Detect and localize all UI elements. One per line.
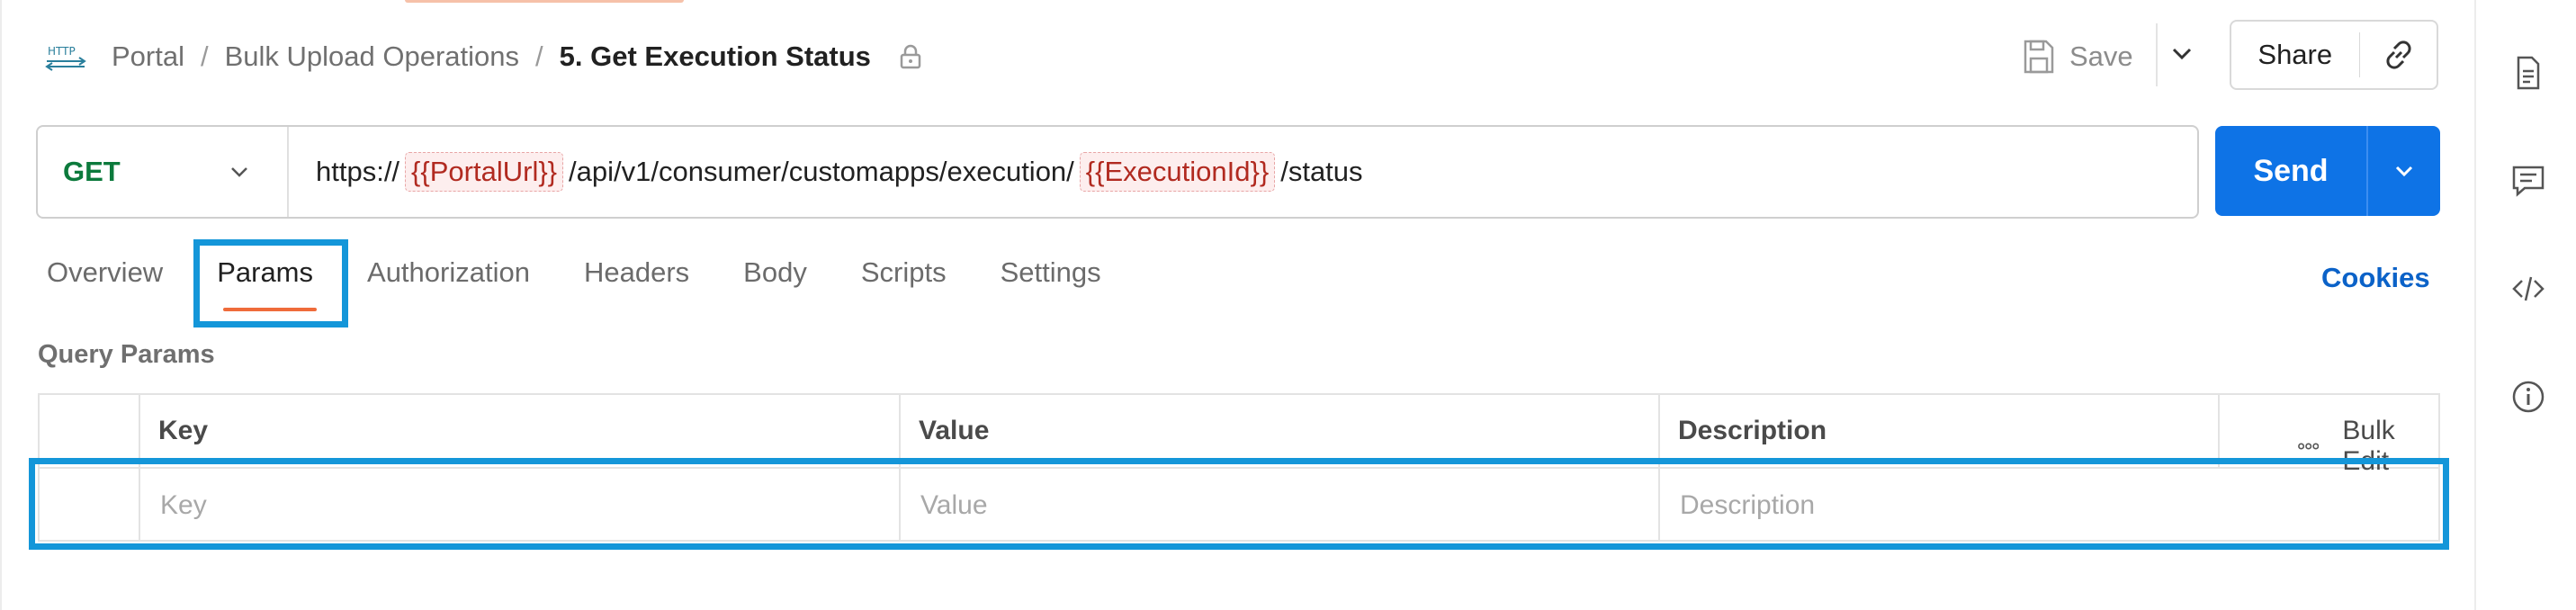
svg-text:HTTP: HTTP [48, 45, 76, 58]
column-header-description: Description [1678, 416, 1827, 445]
active-tab-accent [405, 0, 684, 3]
save-label: Save [2069, 40, 2133, 72]
code-icon[interactable] [2510, 271, 2546, 307]
method-select[interactable]: GET [38, 127, 289, 217]
http-request-icon: HTTP [45, 45, 86, 71]
more-options-icon[interactable] [2298, 442, 2320, 451]
column-divider [2218, 395, 2220, 467]
send-button-group: Send [2215, 126, 2440, 216]
share-button[interactable]: Share [2231, 39, 2359, 71]
url-suffix: /status [1280, 156, 1363, 187]
url-prefix: https:// [316, 156, 400, 187]
empty-param-row-highlight-box [29, 458, 2449, 550]
request-url-bar: GET https:// {{PortalUrl}} /api/v1/consu… [36, 125, 2199, 219]
share-button-group: Share [2230, 20, 2438, 90]
breadcrumb-item-bulk-upload[interactable]: Bulk Upload Operations [225, 40, 519, 73]
lock-icon[interactable] [898, 43, 923, 70]
url-variable-portalurl[interactable]: {{PortalUrl}} [405, 152, 564, 192]
chevron-down-icon [231, 167, 247, 177]
url-input[interactable]: https:// {{PortalUrl}} /api/v1/consumer/… [289, 152, 1363, 192]
params-tab-highlight-box [193, 239, 348, 327]
column-header-value: Value [919, 416, 990, 445]
document-icon[interactable] [2510, 55, 2546, 91]
request-title[interactable]: 5. Get Execution Status [560, 40, 871, 73]
chevron-down-icon [2395, 166, 2413, 177]
breadcrumb-separator: / [200, 40, 209, 72]
save-options-chevron-down-icon[interactable] [2168, 40, 2195, 67]
link-icon [2386, 40, 2411, 69]
info-icon[interactable] [2510, 379, 2546, 415]
tab-overview[interactable]: Overview [47, 256, 163, 289]
save-icon [2024, 40, 2054, 74]
copy-link-button[interactable] [2360, 38, 2437, 72]
tab-body[interactable]: Body [743, 256, 807, 289]
url-variable-executionid[interactable]: {{ExecutionId}} [1079, 152, 1276, 192]
tab-headers[interactable]: Headers [584, 256, 689, 289]
tab-settings[interactable]: Settings [1001, 256, 1101, 289]
right-sidebar [2474, 0, 2576, 610]
window-edge [0, 0, 2, 610]
send-options-button[interactable] [2368, 159, 2440, 183]
breadcrumb: HTTP Portal / Bulk Upload Operations / 5… [45, 34, 923, 79]
tab-scripts[interactable]: Scripts [861, 256, 947, 289]
save-button[interactable]: Save [2023, 32, 2133, 81]
comment-icon[interactable] [2510, 163, 2546, 199]
url-path: /api/v1/consumer/customapps/execution/ [569, 156, 1074, 187]
cookies-link[interactable]: Cookies [2321, 262, 2430, 294]
breadcrumb-separator: / [535, 40, 543, 72]
send-button[interactable]: Send [2215, 154, 2366, 189]
query-params-title: Query Params [38, 340, 215, 369]
method-label: GET [63, 156, 121, 187]
breadcrumb-item-portal[interactable]: Portal [112, 40, 184, 73]
column-header-key: Key [158, 416, 209, 445]
tab-authorization[interactable]: Authorization [367, 256, 530, 289]
divider [2156, 23, 2158, 86]
